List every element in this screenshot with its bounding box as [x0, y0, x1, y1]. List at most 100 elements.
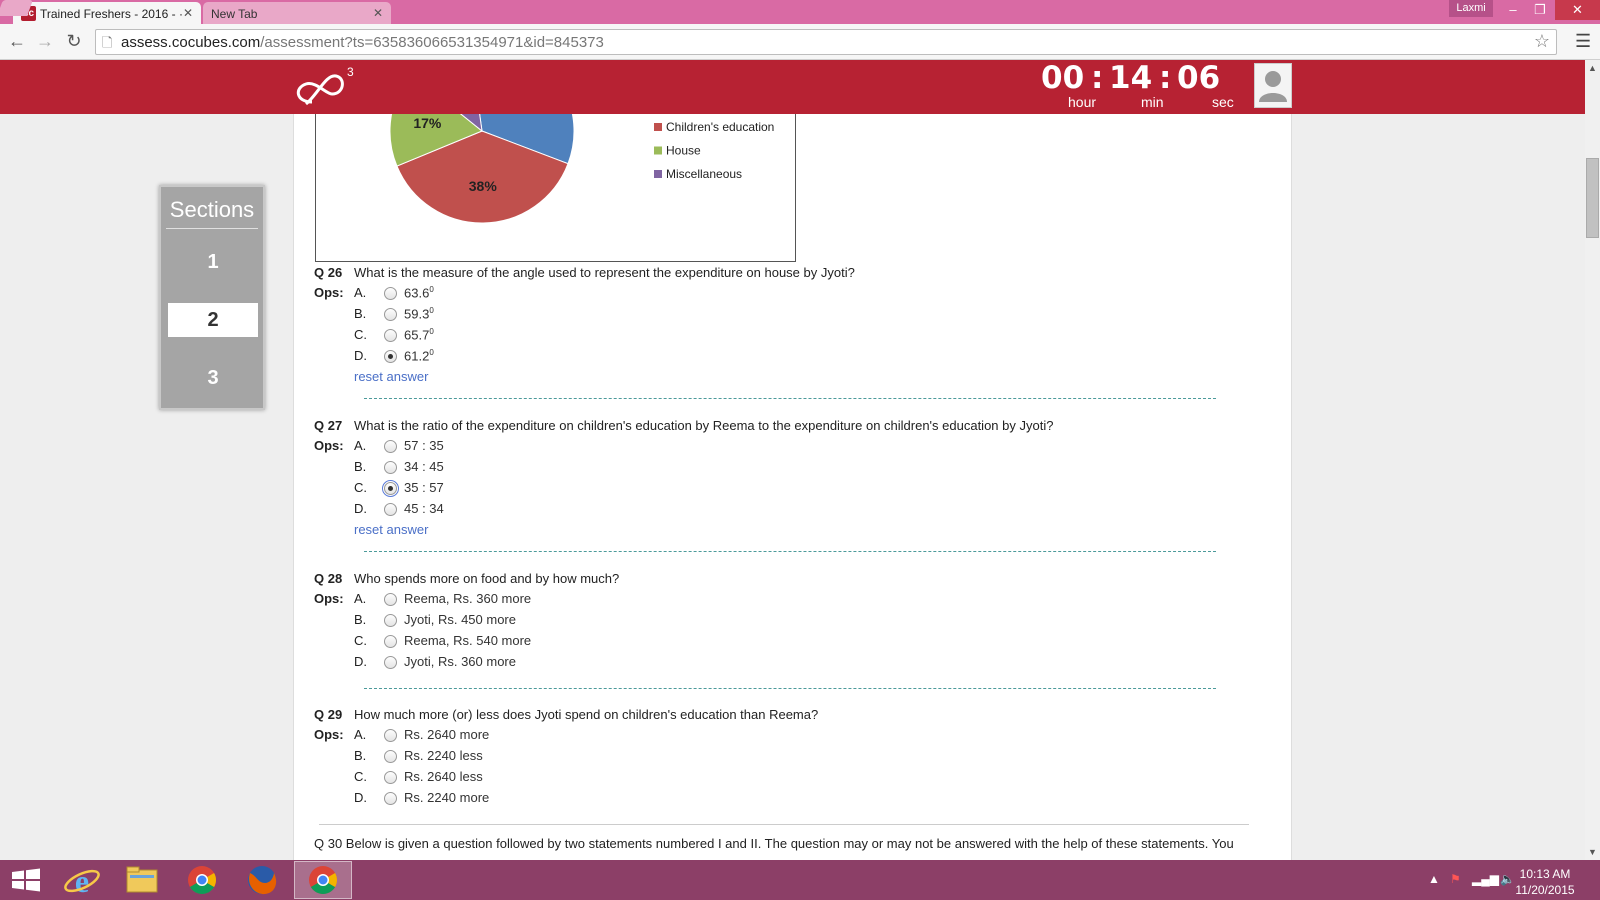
option-a[interactable]: A. 57 : 35 [354, 438, 954, 458]
reset-answer-link[interactable]: reset answer [354, 522, 428, 537]
option-c[interactable]: C. Rs. 2640 less [354, 769, 954, 789]
sections-title: Sections [169, 197, 255, 222]
option-d[interactable]: D. 61.20 [354, 348, 954, 368]
option-letter: A. [354, 438, 367, 453]
minimize-icon[interactable]: – [1500, 0, 1526, 20]
option-text: 61.20 [404, 348, 434, 363]
question-27: Q 27 What is the ratio of the expenditur… [314, 418, 1264, 538]
scroll-down-icon[interactable]: ▼ [1585, 844, 1600, 860]
option-text: 34 : 45 [404, 459, 444, 474]
option-text: 45 : 34 [404, 501, 444, 516]
forward-arrow-icon[interactable]: → [34, 30, 56, 52]
page-scrollbar[interactable]: ▲ ▼ [1585, 60, 1600, 860]
address-bar[interactable]: 🗋 assess.cocubes.com/assessment?ts=63583… [95, 29, 1557, 55]
option-c[interactable]: C. Reema, Rs. 540 more [354, 633, 954, 653]
avatar[interactable] [1254, 63, 1292, 108]
option-text: Rs. 2240 more [404, 790, 490, 805]
option-b[interactable]: B. 59.30 [354, 306, 954, 326]
option-letter: C. [354, 769, 367, 784]
back-arrow-icon[interactable]: ← [6, 30, 28, 52]
restore-icon[interactable]: ❐ [1527, 0, 1553, 20]
option-b[interactable]: B. 34 : 45 [354, 459, 954, 479]
svg-text:e: e [75, 863, 89, 899]
option-a[interactable]: A. Rs. 2640 more [354, 727, 954, 747]
option-radio[interactable] [384, 656, 397, 669]
section-item-1[interactable]: 1 [168, 245, 258, 279]
option-b[interactable]: B. Rs. 2240 less [354, 748, 954, 768]
option-letter: B. [354, 612, 367, 627]
sections-divider [166, 228, 258, 229]
option-value: 63.6 [404, 285, 430, 301]
chrome-logo-icon [309, 866, 337, 894]
menu-icon[interactable]: ☰ [1575, 31, 1591, 52]
pie-chart-svg: 33%38%17%Children's educationHouseMiscel… [389, 114, 774, 224]
user-silhouette-icon [1255, 64, 1291, 107]
option-radio[interactable] [384, 614, 397, 627]
bookmark-star-icon[interactable]: ☆ [1534, 31, 1550, 52]
option-radio[interactable] [384, 503, 397, 516]
close-icon[interactable]: ✕ [373, 6, 383, 20]
url-text[interactable]: assess.cocubes.com/assessment?ts=6358360… [121, 34, 604, 51]
ops-label: Ops: [314, 438, 344, 453]
option-radio[interactable] [384, 350, 397, 363]
option-radio[interactable] [384, 329, 397, 342]
timer-separator: : [1091, 60, 1104, 96]
option-radio[interactable] [384, 750, 397, 763]
page-icon: 🗋 [102, 35, 113, 50]
option-c[interactable]: C. 65.70 [354, 327, 954, 347]
option-letter: A. [354, 727, 367, 742]
option-text: Rs. 2640 more [404, 727, 490, 742]
window-close-icon[interactable]: ✕ [1555, 0, 1600, 20]
chrome-icon[interactable] [173, 861, 231, 899]
timer-hours: 00 [1041, 60, 1085, 96]
legend-swatch [654, 123, 662, 131]
tab-new-tab[interactable]: New Tab ✕ [203, 2, 391, 24]
question-divider [364, 398, 1216, 399]
question-divider [319, 824, 1249, 825]
show-hidden-icons-icon[interactable]: ▲ [1428, 872, 1440, 886]
option-b[interactable]: B. Jyoti, Rs. 450 more [354, 612, 954, 632]
tab-title: Trained Freshers - 2016 - · [40, 6, 183, 21]
scroll-up-icon[interactable]: ▲ [1585, 60, 1600, 76]
option-d[interactable]: D. 45 : 34 [354, 501, 954, 521]
option-radio[interactable] [384, 635, 397, 648]
reset-answer-link[interactable]: reset answer [354, 369, 428, 384]
option-a[interactable]: A. Reema, Rs. 360 more [354, 591, 954, 611]
scroll-thumb[interactable] [1586, 158, 1599, 238]
question-number: Q 27 [314, 418, 343, 433]
windows-start-icon[interactable] [6, 864, 46, 896]
firefox-icon[interactable] [233, 861, 291, 899]
clock-date[interactable]: 11/20/2015 [1510, 883, 1580, 897]
action-center-flag-icon[interactable]: ⚑ [1450, 872, 1461, 886]
file-explorer-icon[interactable] [113, 861, 171, 899]
option-text: 57 : 35 [404, 438, 444, 453]
clock-time[interactable]: 10:13 AM [1510, 867, 1580, 881]
option-radio[interactable] [384, 308, 397, 321]
option-radio[interactable] [384, 771, 397, 784]
option-radio[interactable] [384, 461, 397, 474]
close-icon[interactable]: ✕ [183, 6, 193, 20]
question-29: Q 29 How much more (or) less does Jyoti … [314, 707, 1264, 817]
profile-badge[interactable]: Laxmi [1449, 0, 1493, 17]
chrome-active-icon[interactable] [294, 861, 352, 899]
internet-explorer-icon[interactable]: e [53, 861, 111, 899]
tab-trained-freshers[interactable]: cc Trained Freshers - 2016 - · ✕ [13, 2, 201, 24]
option-radio[interactable] [384, 593, 397, 606]
section-item-3[interactable]: 3 [168, 361, 258, 395]
option-d[interactable]: D. Rs. 2240 more [354, 790, 954, 810]
option-c[interactable]: C. 35 : 57 [354, 480, 954, 500]
option-radio[interactable] [384, 287, 397, 300]
folder-icon [126, 866, 158, 893]
option-a[interactable]: A. 63.60 [354, 285, 954, 305]
network-icon[interactable]: ▂▄▆ [1472, 872, 1499, 886]
sections-panel: Sections 1 2 3 [159, 185, 265, 410]
option-radio[interactable] [384, 440, 397, 453]
option-radio[interactable] [384, 729, 397, 742]
reload-icon[interactable]: ↻ [63, 30, 85, 52]
option-d[interactable]: D. Jyoti, Rs. 360 more [354, 654, 954, 674]
section-item-2[interactable]: 2 [168, 303, 258, 337]
option-radio[interactable] [384, 792, 397, 805]
option-letter: D. [354, 790, 367, 805]
option-radio[interactable] [382, 480, 399, 497]
legend-entry: Miscellaneous [666, 167, 742, 181]
